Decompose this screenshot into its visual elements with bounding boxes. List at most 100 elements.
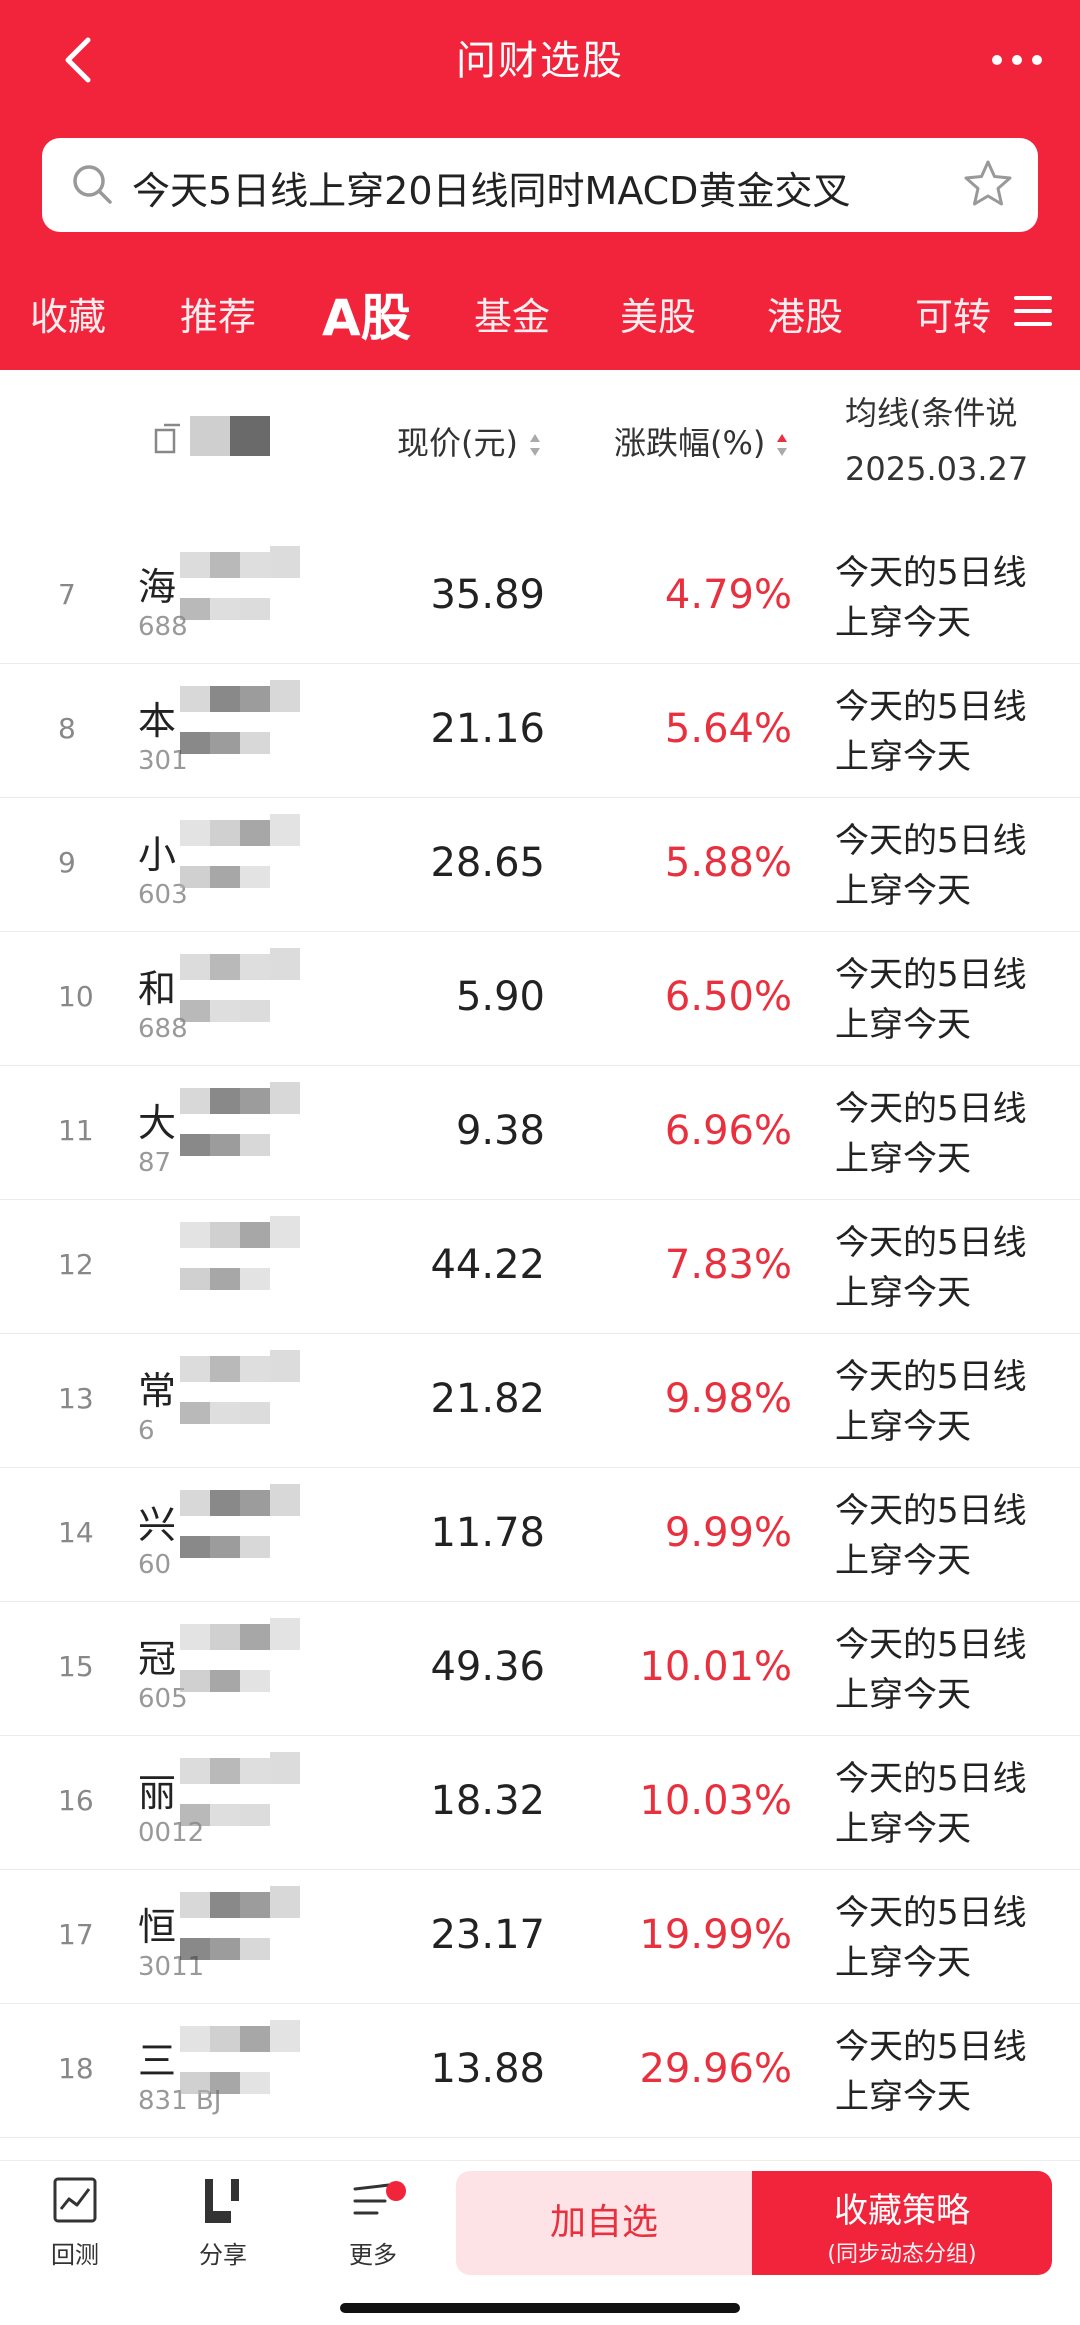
search-bar[interactable]: 今天5日线上穿20日线同时MACD黄金交叉 <box>42 138 1038 232</box>
pixelated-mask <box>180 2014 330 2124</box>
tab-hk-stocks[interactable]: 港股 <box>767 286 843 341</box>
stock-change: 10.03% <box>639 1778 792 1824</box>
stock-price: 35.89 <box>430 572 545 618</box>
stock-price: 5.90 <box>455 974 545 1020</box>
table-row[interactable]: 9 小 603 28.65 5.88% 今天的5日线上穿今天 <box>0 798 1080 932</box>
add-to-watchlist-button[interactable]: 加自选 <box>456 2171 752 2275</box>
row-index: 10 <box>58 980 94 1013</box>
table-row[interactable]: 7 海 688 35.89 4.79% 今天的5日线上穿今天 <box>0 530 1080 664</box>
pixelated-header <box>190 410 290 470</box>
row-index: 7 <box>58 578 76 611</box>
condition-cell: 今天的5日线上穿今天 <box>835 553 1027 643</box>
bottom-action-bar: 回测 分享 更多 加自选 收藏策略 (同步动态分组) <box>0 2160 1080 2325</box>
table-row[interactable]: 15 冠 605 49.36 10.01% 今天的5日线上穿今天 <box>0 1602 1080 1736</box>
stock-name: 恒 <box>138 1905 177 1949</box>
change-header-label: 涨跌幅(%) <box>614 424 766 462</box>
stock-change: 6.96% <box>664 1108 792 1154</box>
share-button[interactable]: 分享 <box>178 2173 268 2270</box>
condition-cell: 今天的5日线上穿今天 <box>835 1223 1027 1313</box>
save-strategy-button[interactable]: 收藏策略 (同步动态分组) <box>752 2171 1052 2275</box>
stock-change: 7.83% <box>664 1242 792 1288</box>
star-icon[interactable] <box>962 158 1014 210</box>
stock-change: 5.64% <box>664 706 792 752</box>
stock-name: 小 <box>138 833 177 877</box>
pixelated-mask <box>180 1746 330 1856</box>
home-indicator <box>340 2303 740 2313</box>
pixelated-mask <box>180 942 330 1052</box>
table-row[interactable]: 16 丽 0012 18.32 10.03% 今天的5日线上穿今天 <box>0 1736 1080 1870</box>
pixelated-mask <box>180 1880 330 1990</box>
stock-code: 60 <box>138 1550 172 1580</box>
pixelated-mask <box>180 1076 330 1186</box>
menu-icon[interactable] <box>1008 286 1058 336</box>
table-row[interactable]: 14 兴 60 11.78 9.99% 今天的5日线上穿今天 <box>0 1468 1080 1602</box>
sort-icon <box>529 434 540 456</box>
stock-name: 和 <box>138 967 177 1011</box>
condition-column-header[interactable]: 均线(条件说 <box>845 388 1018 434</box>
search-icon <box>73 165 112 204</box>
share-icon <box>205 2179 239 2223</box>
stock-table: 现价(元) 涨跌幅(%) 均线(条件说 2025.03.27 7 海 688 35.8… <box>0 370 1080 2160</box>
sort-desc-icon <box>777 434 788 456</box>
stock-name: 海 <box>138 565 177 609</box>
page-title: 问财选股 <box>456 38 624 84</box>
more-options-button[interactable] <box>982 30 1052 90</box>
more-button[interactable]: 更多 <box>328 2173 418 2270</box>
table-row[interactable]: 10 和 688 5.90 6.50% 今天的5日线上穿今天 <box>0 932 1080 1066</box>
pixelated-mask <box>180 1344 330 1454</box>
stock-code: 6 <box>138 1416 155 1446</box>
stock-name: 三 <box>138 2039 177 2083</box>
stock-name: 冠 <box>138 1637 177 1681</box>
stock-price: 28.65 <box>430 840 545 886</box>
market-tabs: 收藏 推荐 A股 基金 美股 港股 可转 <box>0 270 1080 350</box>
condition-date: 2025.03.27 <box>845 450 1029 488</box>
tab-us-stocks[interactable]: 美股 <box>620 286 696 341</box>
name-column-icon <box>154 423 180 454</box>
stock-price: 18.32 <box>430 1778 545 1824</box>
tab-convertible[interactable]: 可转 <box>915 286 991 341</box>
stock-price: 9.38 <box>455 1108 545 1154</box>
stock-price: 44.22 <box>430 1242 545 1288</box>
row-index: 12 <box>58 1248 94 1281</box>
stock-change: 29.96% <box>639 2046 792 2092</box>
tab-funds[interactable]: 基金 <box>474 286 550 341</box>
more-label: 更多 <box>349 2241 397 2269</box>
table-row[interactable]: 12 44.22 7.83% 今天的5日线上穿今天 <box>0 1200 1080 1334</box>
tab-a-shares[interactable]: A股 <box>322 278 411 350</box>
condition-cell: 今天的5日线上穿今天 <box>835 1357 1027 1447</box>
table-row[interactable]: 8 本 301 21.16 5.64% 今天的5日线上穿今天 <box>0 664 1080 798</box>
price-column-header[interactable]: 现价(元) <box>397 418 542 464</box>
row-index: 17 <box>58 1918 94 1951</box>
condition-cell: 今天的5日线上穿今天 <box>835 955 1027 1045</box>
pixelated-mask <box>180 1210 330 1320</box>
table-row[interactable]: 11 大 87 9.38 6.96% 今天的5日线上穿今天 <box>0 1066 1080 1200</box>
change-column-header[interactable]: 涨跌幅(%) <box>614 418 789 464</box>
stock-change: 4.79% <box>664 572 792 618</box>
condition-cell: 今天的5日线上穿今天 <box>835 2027 1027 2117</box>
tab-favorites[interactable]: 收藏 <box>30 286 106 341</box>
backtest-button[interactable]: 回测 <box>30 2173 120 2270</box>
backtest-label: 回测 <box>51 2241 99 2269</box>
table-row[interactable]: 13 常 6 21.82 9.98% 今天的5日线上穿今天 <box>0 1334 1080 1468</box>
tab-recommend[interactable]: 推荐 <box>180 286 256 341</box>
pixelated-mask <box>180 1612 330 1722</box>
stock-change: 6.50% <box>664 974 792 1020</box>
condition-cell: 今天的5日线上穿今天 <box>835 1893 1027 1983</box>
stock-change: 9.99% <box>664 1510 792 1556</box>
stock-price: 21.82 <box>430 1376 545 1422</box>
condition-cell: 今天的5日线上穿今天 <box>835 1759 1027 1849</box>
row-index: 16 <box>58 1784 94 1817</box>
stock-change: 19.99% <box>639 1912 792 1958</box>
notification-dot <box>386 2181 406 2201</box>
row-index: 11 <box>58 1114 94 1147</box>
condition-cell: 今天的5日线上穿今天 <box>835 687 1027 777</box>
row-index: 8 <box>58 712 76 745</box>
table-row[interactable]: 18 三 831 BJ 13.88 29.96% 今天的5日线上穿今天 <box>0 2004 1080 2138</box>
stock-change: 5.88% <box>664 840 792 886</box>
table-row[interactable]: 17 恒 3011 23.17 19.99% 今天的5日线上穿今天 <box>0 1870 1080 2004</box>
row-index: 9 <box>58 846 76 879</box>
stock-price: 23.17 <box>430 1912 545 1958</box>
top-bar: 问财选股 <box>0 0 1080 120</box>
save-strategy-label: 收藏策略 <box>834 2191 970 2231</box>
stock-price: 49.36 <box>430 1644 545 1690</box>
